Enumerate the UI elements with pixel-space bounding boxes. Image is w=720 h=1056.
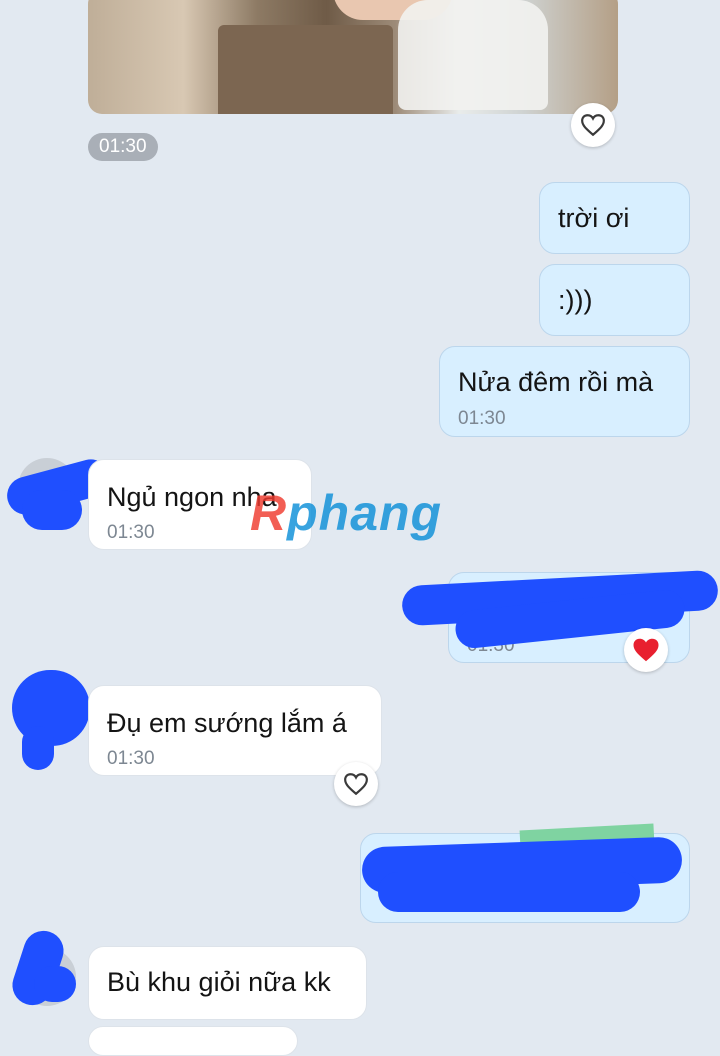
watermark-logo: Rphang	[250, 485, 443, 541]
message-text: trời ơi	[558, 203, 630, 233]
incoming-message[interactable]	[88, 1026, 298, 1056]
message-text: Nửa đêm rồi mà	[458, 367, 654, 397]
heart-outline-icon	[344, 773, 368, 796]
message-time: 01:30	[458, 408, 506, 429]
redaction-scribble	[22, 490, 82, 530]
message-time: 01:30	[107, 748, 155, 769]
photo-detail	[398, 0, 548, 110]
heart-outline-icon	[581, 114, 605, 137]
message-text: Bù khu giỏi nữa kk	[107, 967, 331, 997]
photo-message[interactable]	[88, 0, 618, 114]
photo-time-badge: 01:30	[88, 133, 158, 161]
react-heart-button[interactable]	[571, 103, 615, 147]
message-time: 01:30	[107, 522, 155, 543]
incoming-message[interactable]: Bù khu giỏi nữa kk	[88, 946, 367, 1020]
message-text: :)))	[558, 285, 593, 315]
react-heart-button[interactable]	[334, 762, 378, 806]
incoming-message[interactable]: Đụ em sướng lắm á 01:30	[88, 685, 382, 776]
redaction-scribble	[378, 872, 640, 912]
message-text: Đụ em sướng lắm á	[107, 708, 347, 738]
redaction-scribble	[22, 726, 54, 770]
redaction-scribble	[34, 966, 76, 1002]
outgoing-message[interactable]: Nửa đêm rồi mà 01:30	[439, 346, 690, 437]
heart-filled-icon	[633, 638, 659, 662]
react-heart-button[interactable]	[624, 628, 668, 672]
outgoing-message[interactable]: trời ơi	[539, 182, 690, 254]
photo-detail	[218, 25, 393, 114]
outgoing-message[interactable]: :)))	[539, 264, 690, 336]
